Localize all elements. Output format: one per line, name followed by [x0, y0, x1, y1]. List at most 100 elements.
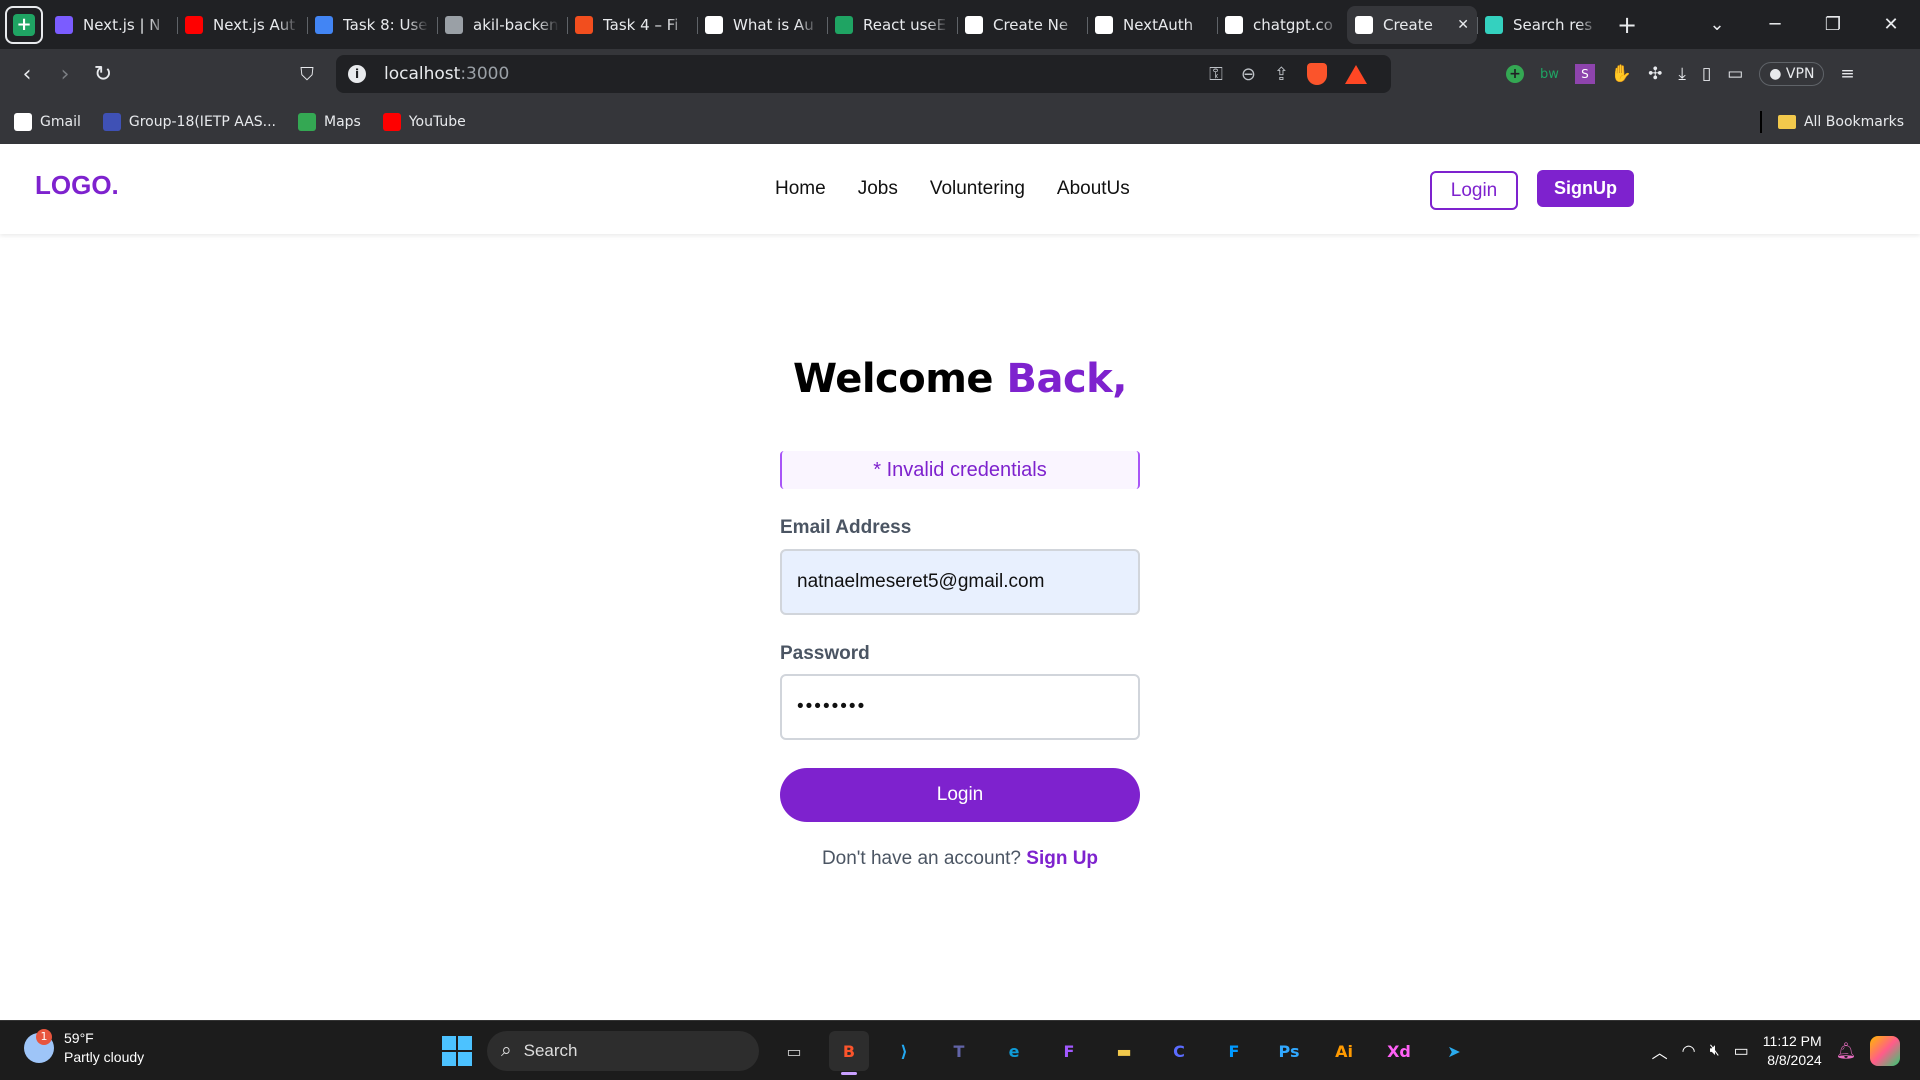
- app-glyph: F: [1228, 1041, 1240, 1061]
- site-info-icon[interactable]: i: [348, 65, 366, 83]
- figma-icon[interactable]: F: [1049, 1031, 1089, 1071]
- browser-tab[interactable]: akil-backen: [437, 6, 567, 44]
- app-glyph: F: [1063, 1041, 1075, 1061]
- reload-button[interactable]: ↻: [84, 62, 122, 87]
- start-button[interactable]: [442, 1036, 472, 1066]
- browser-tab[interactable]: Task 4 – Fi: [567, 6, 697, 44]
- browser-tab[interactable]: Create Ne: [957, 6, 1087, 44]
- close-window-button[interactable]: ✕: [1862, 14, 1920, 35]
- welcome-heading: Welcome Back,: [0, 356, 1920, 402]
- brave-icon[interactable]: B: [829, 1031, 869, 1075]
- bookmark-separator: [1759, 110, 1762, 133]
- taskbar-search[interactable]: ⌕ Search: [487, 1031, 759, 1071]
- bookmark-item[interactable]: Maps: [298, 112, 361, 131]
- battery-icon[interactable]: ▭: [1734, 1041, 1749, 1061]
- teams-icon[interactable]: T: [939, 1031, 979, 1071]
- app-glyph: ➤: [1447, 1041, 1461, 1061]
- app-glyph: T: [953, 1041, 965, 1061]
- vpn-button[interactable]: ● VPN: [1759, 62, 1825, 86]
- site-nav: Home Jobs Voluntering AboutUs: [775, 178, 1130, 200]
- nav-jobs[interactable]: Jobs: [858, 178, 898, 200]
- download-icon[interactable]: ⤓: [1678, 64, 1686, 84]
- password-field[interactable]: ••••••••: [780, 674, 1140, 740]
- google-docs-icon: [315, 15, 333, 34]
- signup-link[interactable]: Sign Up: [1026, 848, 1098, 869]
- capcut-icon[interactable]: C: [1159, 1031, 1199, 1071]
- brave-shields-icon[interactable]: [1307, 63, 1327, 85]
- nav-home[interactable]: Home: [775, 178, 826, 200]
- key-icon[interactable]: ⚿: [1209, 64, 1223, 85]
- clock[interactable]: 11:12 PM 8/8/2024: [1763, 1032, 1822, 1070]
- wallet-icon[interactable]: ▭: [1727, 64, 1743, 84]
- xd-icon[interactable]: Xd: [1379, 1031, 1419, 1071]
- url-text[interactable]: localhost:3000: [384, 64, 509, 84]
- tab-groups-icon[interactable]: +: [5, 5, 43, 44]
- header-signup-button[interactable]: SignUp: [1537, 170, 1634, 207]
- task-view-icon[interactable]: ▭: [774, 1031, 814, 1071]
- openai-icon: [1225, 15, 1243, 34]
- vscode-icon[interactable]: ⟩: [884, 1031, 924, 1071]
- copilot-icon[interactable]: [1870, 1036, 1900, 1066]
- paw-extension-icon[interactable]: ✋: [1611, 64, 1632, 84]
- browser-tab[interactable]: Search res: [1477, 6, 1607, 44]
- folder-icon: [1777, 114, 1796, 129]
- sidebar-icon[interactable]: ▯: [1702, 64, 1711, 84]
- bookmark-label: YouTube: [408, 113, 466, 130]
- browser-tab[interactable]: NextAuth: [1087, 6, 1217, 44]
- illustrator-icon[interactable]: Ai: [1324, 1031, 1364, 1071]
- minimize-button[interactable]: ─: [1746, 14, 1804, 35]
- browser-tab[interactable]: Next.js Aut: [177, 6, 307, 44]
- all-bookmarks[interactable]: All Bookmarks: [1759, 99, 1904, 144]
- bookmark-item[interactable]: YouTube: [382, 112, 466, 131]
- file-explorer-icon[interactable]: ▬: [1104, 1031, 1144, 1071]
- tab-search-icon[interactable]: ⌄: [1688, 14, 1746, 35]
- browser-tab[interactable]: Next.js | N: [47, 6, 177, 44]
- s-extension-icon[interactable]: S: [1574, 64, 1595, 84]
- app-glyph: ▬: [1116, 1041, 1132, 1061]
- login-submit-button[interactable]: Login: [780, 768, 1140, 822]
- new-tab-button[interactable]: +: [1607, 11, 1647, 39]
- browser-tab[interactable]: What is Au: [697, 6, 827, 44]
- volume-muted-icon[interactable]: 🔇︎: [1710, 1042, 1720, 1060]
- weather-widget[interactable]: 1 59°F Partly cloudy: [24, 1029, 144, 1067]
- notification-bell-icon[interactable]: 🔔︎: [1836, 1041, 1856, 1061]
- puzzle-icon[interactable]: ✣: [1648, 64, 1662, 84]
- browser-tab[interactable]: Task 8: Use: [307, 6, 437, 44]
- zoom-icon[interactable]: ⊖: [1241, 64, 1256, 85]
- app-glyph: C: [1173, 1041, 1185, 1061]
- site-logo[interactable]: LOGO.: [35, 170, 119, 201]
- bookmark-item[interactable]: Group-18(IETP AAS...: [102, 112, 276, 131]
- v-icon: [1485, 15, 1503, 34]
- browser-tab[interactable]: chatgpt.co: [1217, 6, 1347, 44]
- edge-icon[interactable]: e: [994, 1031, 1034, 1071]
- add-extension-icon[interactable]: +: [1506, 65, 1524, 83]
- restore-button[interactable]: ❐: [1804, 14, 1862, 35]
- wifi-icon[interactable]: ◠: [1682, 1041, 1696, 1061]
- address-bar[interactable]: i localhost:3000 ⚿ ⊖ ⇪: [336, 55, 1391, 93]
- bw-extension-icon[interactable]: bw: [1540, 67, 1559, 82]
- nav-about-us[interactable]: AboutUs: [1057, 178, 1130, 200]
- share-icon[interactable]: ⇪: [1274, 64, 1289, 85]
- youtube-icon: [185, 15, 203, 34]
- browser-tab-bar: + Next.js | N Next.js Aut Task 8: Use akil-…: [0, 0, 1920, 49]
- tab-title: Search res: [1513, 15, 1593, 34]
- nav-volunteering[interactable]: Voluntering: [930, 178, 1025, 200]
- bookmark-icon[interactable]: ⛉: [288, 64, 326, 85]
- close-tab-icon[interactable]: ✕: [1457, 17, 1469, 33]
- browser-tab[interactable]: React useE: [827, 6, 957, 44]
- tray-chevron-icon[interactable]: ︿: [1652, 1039, 1668, 1063]
- telegram-icon[interactable]: ➤: [1434, 1031, 1474, 1071]
- globe-icon: [445, 15, 463, 34]
- brave-rewards-icon[interactable]: [1345, 64, 1367, 84]
- email-field[interactable]: natnaelmeseret5@gmail.com: [780, 549, 1140, 615]
- header-login-button[interactable]: Login: [1430, 171, 1518, 210]
- photoshop-icon[interactable]: Ps: [1269, 1031, 1309, 1071]
- back-button[interactable]: ‹: [8, 62, 46, 87]
- bookmark-item[interactable]: Gmail: [14, 112, 81, 131]
- framer-icon[interactable]: F: [1214, 1031, 1254, 1071]
- browser-tab[interactable]: Create ✕: [1347, 5, 1477, 44]
- menu-icon[interactable]: ≡: [1840, 64, 1854, 84]
- weather-badge: 1: [36, 1029, 52, 1045]
- weather-icon: 1: [24, 1029, 54, 1063]
- forward-button[interactable]: ›: [46, 62, 84, 87]
